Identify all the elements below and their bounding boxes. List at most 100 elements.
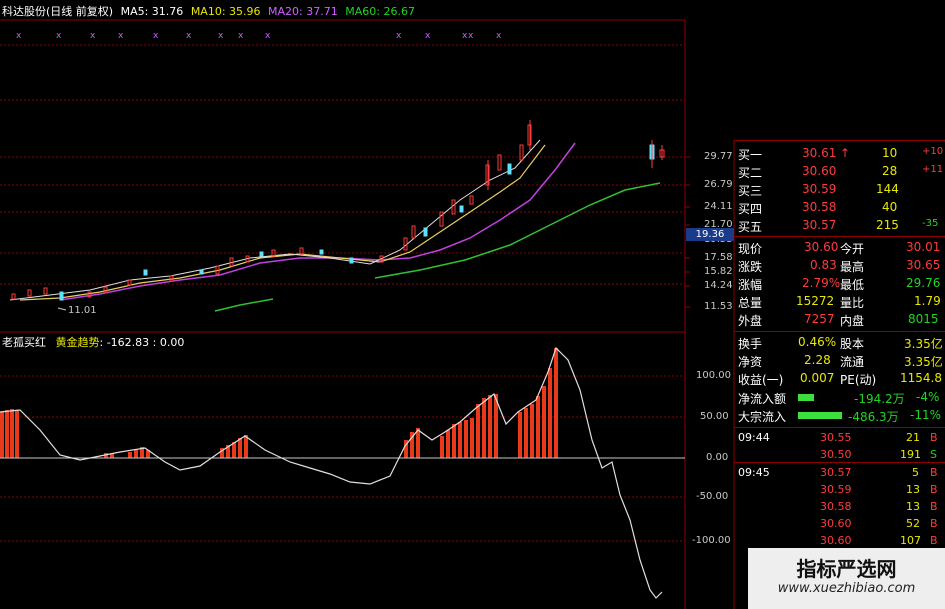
stat-label: 总量 [738, 296, 763, 310]
bid-label: 买四 [738, 202, 763, 216]
stat-label: 今开 [840, 242, 865, 256]
stat-label: 量比 [840, 296, 865, 310]
watermark: 指标严选网 www.xuezhibiao.com [748, 548, 945, 609]
price-axis-label: 15.82 [704, 266, 733, 277]
stat-label: 外盘 [738, 314, 763, 328]
current-price-tag: 19.36 [686, 228, 734, 241]
trade-volume: 13 [906, 483, 920, 496]
trend-line [0, 346, 663, 599]
trade-volume: 21 [906, 431, 920, 444]
bid-change: +11 [922, 164, 944, 175]
trade-row: 09:45 30.57 5 B [736, 465, 945, 482]
trade-price: 30.59 [820, 483, 852, 496]
bid-row: 买一 30.61 ↑ 10 +10 [736, 145, 945, 163]
price-axis-label: 24.11 [704, 201, 733, 212]
trade-time: 09:44 [738, 431, 770, 444]
ma10-line [19, 144, 546, 301]
fund-label: PE(动) [840, 373, 877, 387]
stat-label: 现价 [738, 242, 763, 256]
svg-text:x: x [56, 31, 62, 41]
indicator-header: 老孤买红 黄金趋势: -162.83 : 0.00 [2, 334, 184, 350]
fund-row: 净资 2.28 流通 3.35亿 [736, 352, 945, 370]
stat-value: 30.65 [906, 258, 941, 272]
candles [11, 120, 665, 301]
trade-side: B [930, 483, 938, 496]
bid-change: -35 [922, 218, 939, 229]
svg-text:x: x [425, 31, 431, 41]
stat-row: 总量 15272 量比 1.79 [736, 293, 945, 311]
trade-price: 30.50 [820, 448, 852, 461]
indicator-title[interactable]: 老孤买红 [2, 336, 46, 349]
fund-value: 2.28 [804, 353, 831, 367]
indicator-value: : -162.83 : 0.00 [99, 336, 185, 349]
stat-row: 涨幅 2.79% 最低 29.76 [736, 275, 945, 293]
bid-label: 买五 [738, 220, 763, 234]
bid-volume: 215 [876, 218, 899, 232]
up-arrow-icon: ↑ [840, 146, 851, 160]
fund-label: 换手 [738, 337, 763, 351]
bid-price: 30.60 [802, 164, 837, 178]
trade-price: 30.58 [820, 500, 852, 513]
indicator-axis-label: -50.00 [696, 491, 729, 502]
indicator-axis-label: 100.00 [696, 370, 731, 381]
trade-side: B [930, 466, 938, 479]
stat-label: 内盘 [840, 314, 865, 328]
stat-value: 2.79% [802, 276, 841, 290]
flow-value: -486.3万 [848, 410, 899, 424]
indicator-bars [0, 348, 558, 458]
stat-label: 最高 [840, 260, 865, 274]
bid-price: 30.57 [802, 218, 837, 232]
bid-price: 30.59 [802, 182, 837, 196]
indicator-axis-label: 50.00 [700, 411, 729, 422]
trade-side: S [930, 448, 937, 461]
price-axis-label: 11.53 [704, 301, 733, 312]
trade-price: 30.60 [820, 517, 852, 530]
flow-label: 净流入额 [738, 392, 787, 406]
flow-bar [798, 394, 814, 401]
price-axis-label: 29.77 [704, 151, 733, 162]
stat-value: 15272 [796, 294, 835, 308]
stat-value: 0.83 [810, 258, 837, 272]
bid-label: 买一 [738, 148, 763, 162]
trade-price: 30.57 [820, 466, 852, 479]
price-axis-label: 14.24 [704, 280, 733, 291]
trade-side: B [930, 517, 938, 530]
stat-row: 现价 30.60 今开 30.01 [736, 239, 945, 257]
flow-pct: -4% [916, 390, 940, 404]
bid-price: 30.58 [802, 200, 837, 214]
price-axis-label: 26.79 [704, 179, 733, 190]
svg-text:x: x [153, 31, 159, 41]
stat-value: 30.60 [804, 240, 839, 254]
trade-volume: 107 [900, 534, 921, 547]
fund-value: 0.46% [798, 335, 837, 349]
signal-markers: xxx xxx xxx xxx xx [16, 31, 502, 41]
indicator-name: 黄金趋势 [55, 336, 100, 349]
svg-text:x: x [396, 31, 402, 41]
bid-label: 买三 [738, 184, 763, 198]
trade-row: 30.60 52 B [736, 516, 945, 533]
fund-label: 收益(一) [738, 373, 784, 387]
flow-row: 大宗流入 -486.3万 -11% [736, 407, 945, 425]
trade-side: B [930, 534, 938, 547]
svg-text:x: x [118, 31, 124, 41]
trade-volume: 13 [906, 500, 920, 513]
indicator-axis-label: -100.00 [692, 535, 731, 546]
stat-row: 涨跌 0.83 最高 30.65 [736, 257, 945, 275]
trade-time: 09:45 [738, 466, 770, 479]
stat-value: 29.76 [906, 276, 941, 290]
trade-volume: 52 [906, 517, 920, 530]
ma5-line [9, 139, 541, 301]
price-axis-label: 17.58 [704, 252, 733, 263]
bid-price: 30.61 [802, 146, 837, 160]
svg-text:x: x [468, 31, 474, 41]
flow-label: 大宗流入 [738, 410, 787, 424]
ma60-line [214, 298, 274, 312]
bid-row: 买五 30.57 215 -35 [736, 217, 945, 235]
trade-side: B [930, 500, 938, 513]
bid-row: 买三 30.59 144 [736, 181, 945, 199]
bid-volume: 10 [882, 146, 898, 160]
bid-row: 买二 30.60 28 +11 [736, 163, 945, 181]
fund-value: 0.007 [800, 371, 835, 385]
flow-row: 净流入额 -194.2万 -4% [736, 389, 945, 407]
trade-volume: 5 [912, 466, 919, 479]
